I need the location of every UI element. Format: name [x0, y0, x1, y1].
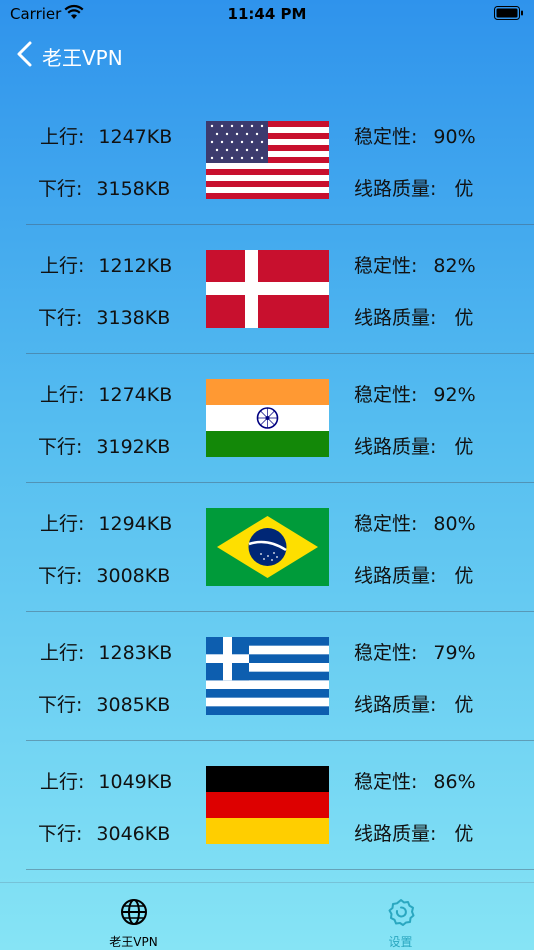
us-flag [206, 121, 329, 199]
server-row[interactable]: 上行: 1049KB 下行: 3046KB 稳定性: 86% 线路质量: 优 [0, 741, 534, 870]
tab-bar: 老王VPN 设置 [0, 882, 534, 950]
download-stat: 下行: 3085KB [38, 694, 171, 716]
download-stat: 下行: 3158KB [38, 178, 171, 200]
gear-icon [388, 899, 415, 926]
tab-vpn[interactable]: 老王VPN [0, 883, 267, 950]
quality-stat: 线路质量: 优 [354, 565, 474, 587]
globe-icon [121, 899, 147, 925]
row-divider [26, 869, 534, 870]
back-chevron-icon[interactable] [14, 40, 38, 68]
tab-label: 设置 [388, 935, 413, 949]
stability-stat: 稳定性: 86% [354, 771, 476, 793]
download-stat: 下行: 3046KB [38, 823, 171, 845]
server-row[interactable]: 上行: 1274KB 下行: 3192KB 稳定性: 92% 线路质量: 优 [0, 354, 534, 483]
tab-settings[interactable]: 设置 [267, 883, 534, 950]
stability-stat: 稳定性: 90% [354, 126, 476, 148]
upload-stat: 上行: 1247KB [40, 126, 173, 148]
server-list: 上行: 1247KB 下行: 3158KB 稳定性: 90% 线路质量: 优 上… [0, 96, 534, 870]
gr-flag [206, 637, 329, 715]
dk-flag [206, 250, 329, 328]
nav-bar: 老王VPN [0, 34, 534, 74]
battery-icon [494, 6, 523, 20]
stability-stat: 稳定性: 80% [354, 513, 476, 535]
quality-stat: 线路质量: 优 [354, 178, 474, 200]
download-stat: 下行: 3192KB [38, 436, 171, 458]
quality-stat: 线路质量: 优 [354, 436, 474, 458]
status-bar: Carrier 11:44 PM [0, 0, 534, 28]
tab-label: 老王VPN [109, 935, 158, 949]
nav-title: 老王VPN [42, 46, 123, 70]
in-flag [206, 379, 329, 457]
upload-stat: 上行: 1294KB [40, 513, 173, 535]
download-stat: 下行: 3138KB [38, 307, 171, 329]
stability-stat: 稳定性: 79% [354, 642, 476, 664]
server-row[interactable]: 上行: 1283KB 下行: 3085KB 稳定性: 79% 线路质量: 优 [0, 612, 534, 741]
quality-stat: 线路质量: 优 [354, 307, 474, 329]
server-row[interactable]: 上行: 1212KB 下行: 3138KB 稳定性: 82% 线路质量: 优 [0, 225, 534, 354]
quality-stat: 线路质量: 优 [354, 823, 474, 845]
clock: 11:44 PM [227, 5, 307, 23]
server-row[interactable]: 上行: 1247KB 下行: 3158KB 稳定性: 90% 线路质量: 优 [0, 96, 534, 225]
upload-stat: 上行: 1274KB [40, 384, 173, 406]
upload-stat: 上行: 1049KB [40, 771, 173, 793]
upload-stat: 上行: 1283KB [40, 642, 173, 664]
br-flag [206, 508, 329, 586]
server-row[interactable]: 上行: 1294KB 下行: 3008KB 稳定性: 80% 线路质量: 优 [0, 483, 534, 612]
stability-stat: 稳定性: 82% [354, 255, 476, 277]
de-flag [206, 766, 329, 844]
stability-stat: 稳定性: 92% [354, 384, 476, 406]
quality-stat: 线路质量: 优 [354, 694, 474, 716]
upload-stat: 上行: 1212KB [40, 255, 173, 277]
download-stat: 下行: 3008KB [38, 565, 171, 587]
